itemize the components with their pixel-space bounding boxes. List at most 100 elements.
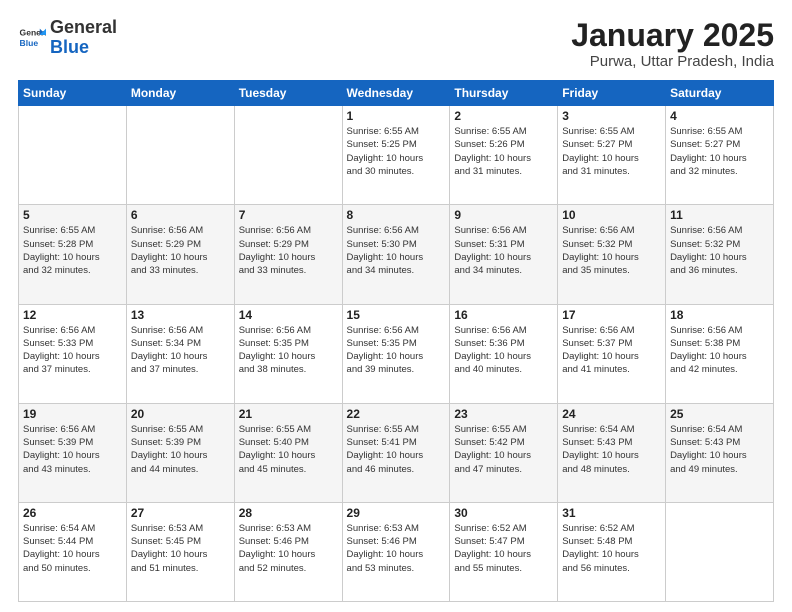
calendar-cell: 17Sunrise: 6:56 AM Sunset: 5:37 PM Dayli… [558,304,666,403]
calendar-table: SundayMondayTuesdayWednesdayThursdayFrid… [18,80,774,602]
weekday-header-row: SundayMondayTuesdayWednesdayThursdayFrid… [19,81,774,106]
logo: General Blue General Blue [18,18,117,58]
day-info: Sunrise: 6:55 AM Sunset: 5:26 PM Dayligh… [454,125,553,178]
day-number: 5 [23,208,122,222]
calendar-cell: 6 Sunrise: 6:56 AM Sunset: 5:29 PM Daylig… [126,205,234,304]
day-info: Sunrise: 6:53 AM Sunset: 5:46 PM Dayligh… [239,522,338,575]
day-number: 25 [670,407,769,421]
day-number: 11 [670,208,769,222]
week-row-1: 1Sunrise: 6:55 AM Sunset: 5:25 PM Daylig… [19,106,774,205]
calendar-cell: 10 Sunrise: 6:56 AM Sunset: 5:32 PM Dayli… [558,205,666,304]
weekday-header-tuesday: Tuesday [234,81,342,106]
day-info: Sunrise: 6:53 AM Sunset: 5:46 PM Dayligh… [347,522,446,575]
day-number: 20 [131,407,230,421]
day-info: Sunrise: 6:56 AM Sunset: 5:29 PM Dayligh… [239,224,338,277]
calendar-cell: 16 Sunrise: 6:56 AM Sunset: 5:36 PM Dayli… [450,304,558,403]
day-info: Sunrise: 6:56 AM Sunset: 5:38 PM Dayligh… [670,324,769,377]
day-number: 15 [347,308,446,322]
calendar-cell: 7 Sunrise: 6:56 AM Sunset: 5:29 PM Daylig… [234,205,342,304]
day-number: 8 [347,208,446,222]
calendar-cell: 30 Sunrise: 6:52 AM Sunset: 5:47 PM Dayli… [450,502,558,601]
calendar-cell: 22 Sunrise: 6:55 AM Sunset: 5:41 PM Dayli… [342,403,450,502]
weekday-header-thursday: Thursday [450,81,558,106]
day-number: 17 [562,308,661,322]
day-info: Sunrise: 6:56 AM Sunset: 5:33 PM Dayligh… [23,324,122,377]
day-info: Sunrise: 6:54 AM Sunset: 5:43 PM Dayligh… [562,423,661,476]
day-number: 2 [454,109,553,123]
calendar-cell: 13Sunrise: 6:56 AM Sunset: 5:34 PM Dayli… [126,304,234,403]
calendar-cell: 8Sunrise: 6:56 AM Sunset: 5:30 PM Daylig… [342,205,450,304]
day-number: 10 [562,208,661,222]
calendar-location: Purwa, Uttar Pradesh, India [571,53,774,70]
day-info: Sunrise: 6:54 AM Sunset: 5:43 PM Dayligh… [670,423,769,476]
day-number: 24 [562,407,661,421]
day-number: 22 [347,407,446,421]
calendar-cell: 29Sunrise: 6:53 AM Sunset: 5:46 PM Dayli… [342,502,450,601]
day-number: 28 [239,506,338,520]
logo-blue: Blue [50,37,89,57]
logo-general: General [50,17,117,37]
calendar-cell: 21 Sunrise: 6:55 AM Sunset: 5:40 PM Dayli… [234,403,342,502]
day-info: Sunrise: 6:56 AM Sunset: 5:35 PM Dayligh… [239,324,338,377]
calendar-cell: 3Sunrise: 6:55 AM Sunset: 5:27 PM Daylig… [558,106,666,205]
day-number: 18 [670,308,769,322]
weekday-header-friday: Friday [558,81,666,106]
calendar-cell: 1Sunrise: 6:55 AM Sunset: 5:25 PM Daylig… [342,106,450,205]
calendar-cell: 14 Sunrise: 6:56 AM Sunset: 5:35 PM Dayli… [234,304,342,403]
day-info: Sunrise: 6:56 AM Sunset: 5:36 PM Dayligh… [454,324,553,377]
weekday-header-monday: Monday [126,81,234,106]
day-number: 31 [562,506,661,520]
day-info: Sunrise: 6:56 AM Sunset: 5:35 PM Dayligh… [347,324,446,377]
calendar-cell: 15 Sunrise: 6:56 AM Sunset: 5:35 PM Dayli… [342,304,450,403]
day-info: Sunrise: 6:55 AM Sunset: 5:25 PM Dayligh… [347,125,446,178]
day-number: 30 [454,506,553,520]
weekday-header-saturday: Saturday [666,81,774,106]
day-info: Sunrise: 6:52 AM Sunset: 5:48 PM Dayligh… [562,522,661,575]
svg-text:Blue: Blue [20,38,39,48]
week-row-4: 19Sunrise: 6:56 AM Sunset: 5:39 PM Dayli… [19,403,774,502]
day-number: 19 [23,407,122,421]
logo-icon: General Blue [18,24,46,52]
day-info: Sunrise: 6:54 AM Sunset: 5:44 PM Dayligh… [23,522,122,575]
day-number: 3 [562,109,661,123]
day-info: Sunrise: 6:55 AM Sunset: 5:39 PM Dayligh… [131,423,230,476]
day-info: Sunrise: 6:55 AM Sunset: 5:27 PM Dayligh… [670,125,769,178]
day-number: 6 [131,208,230,222]
week-row-3: 12 Sunrise: 6:56 AM Sunset: 5:33 PM Dayli… [19,304,774,403]
calendar-cell: 20 Sunrise: 6:55 AM Sunset: 5:39 PM Dayli… [126,403,234,502]
day-info: Sunrise: 6:56 AM Sunset: 5:32 PM Dayligh… [562,224,661,277]
day-info: Sunrise: 6:56 AM Sunset: 5:31 PM Dayligh… [454,224,553,277]
day-number: 9 [454,208,553,222]
day-info: Sunrise: 6:52 AM Sunset: 5:47 PM Dayligh… [454,522,553,575]
calendar-cell: 19Sunrise: 6:56 AM Sunset: 5:39 PM Dayli… [19,403,127,502]
calendar-cell [19,106,127,205]
calendar-cell: 28 Sunrise: 6:53 AM Sunset: 5:46 PM Dayli… [234,502,342,601]
calendar-cell: 2 Sunrise: 6:55 AM Sunset: 5:26 PM Daylig… [450,106,558,205]
day-info: Sunrise: 6:53 AM Sunset: 5:45 PM Dayligh… [131,522,230,575]
day-info: Sunrise: 6:55 AM Sunset: 5:40 PM Dayligh… [239,423,338,476]
day-info: Sunrise: 6:56 AM Sunset: 5:29 PM Dayligh… [131,224,230,277]
day-number: 23 [454,407,553,421]
calendar-cell: 25 Sunrise: 6:54 AM Sunset: 5:43 PM Dayli… [666,403,774,502]
calendar-cell [126,106,234,205]
day-number: 4 [670,109,769,123]
logo-text-block: General Blue [50,18,117,58]
day-info: Sunrise: 6:55 AM Sunset: 5:41 PM Dayligh… [347,423,446,476]
day-number: 14 [239,308,338,322]
day-number: 12 [23,308,122,322]
page: General Blue General Blue January 2025 P… [0,0,792,612]
day-number: 16 [454,308,553,322]
calendar-cell: 18 Sunrise: 6:56 AM Sunset: 5:38 PM Dayli… [666,304,774,403]
day-number: 7 [239,208,338,222]
calendar-cell: 4 Sunrise: 6:55 AM Sunset: 5:27 PM Daylig… [666,106,774,205]
calendar-cell: 9 Sunrise: 6:56 AM Sunset: 5:31 PM Daylig… [450,205,558,304]
header: General Blue General Blue January 2025 P… [18,18,774,70]
calendar-cell: 26Sunrise: 6:54 AM Sunset: 5:44 PM Dayli… [19,502,127,601]
weekday-header-wednesday: Wednesday [342,81,450,106]
calendar-cell: 12 Sunrise: 6:56 AM Sunset: 5:33 PM Dayli… [19,304,127,403]
calendar-cell: 11Sunrise: 6:56 AM Sunset: 5:32 PM Dayli… [666,205,774,304]
calendar-cell [666,502,774,601]
calendar-cell: 31 Sunrise: 6:52 AM Sunset: 5:48 PM Dayli… [558,502,666,601]
day-number: 21 [239,407,338,421]
weekday-header-sunday: Sunday [19,81,127,106]
